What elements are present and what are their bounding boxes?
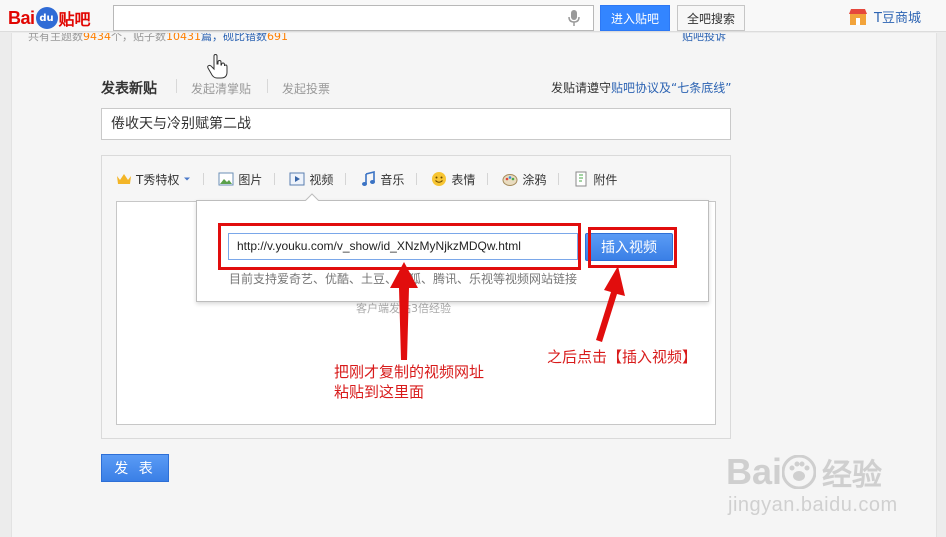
tab-divider	[267, 79, 268, 93]
watermark-text: Bai	[726, 451, 783, 492]
shop-icon	[849, 8, 867, 25]
toolbar-divider	[416, 173, 418, 185]
toolbar-divider	[487, 173, 489, 185]
annotation-highlight-button	[588, 227, 677, 268]
logo-text-tieba: 贴吧	[58, 10, 91, 29]
annotation-text-paste: 把刚才复制的视频网址 粘贴到这里面	[334, 362, 514, 402]
annotation-highlight-url	[218, 223, 581, 270]
stats-members: 691	[267, 33, 288, 43]
editor-toolbar: T秀特权 图片 视频 音乐 表情 涂鸦 附件	[116, 170, 633, 188]
annotation-line: 把刚才复制的视频网址	[334, 363, 485, 381]
stats-posts-label: 个，贴子数	[111, 33, 166, 43]
post-title-input[interactable]: 倦收天与冷别赋第二战	[101, 108, 731, 140]
attachment-icon	[575, 171, 587, 187]
tdou-mall-link[interactable]: T豆商城	[848, 7, 921, 26]
tab-new-post[interactable]: 发表新贴	[101, 78, 157, 98]
popup-pointer	[305, 193, 319, 201]
rules-prefix: 发贴请遵守	[551, 81, 612, 95]
stats-posts: 10431	[166, 33, 201, 43]
toolbar-attachment[interactable]: 附件	[573, 171, 617, 188]
toolbar-label: 附件	[593, 172, 618, 187]
toolbar-label: 图片	[238, 172, 263, 187]
logo-paw-icon: du	[35, 7, 58, 29]
toolbar-label: 视频	[309, 172, 334, 187]
tab-qingzhang-post[interactable]: 发起清掌贴	[191, 80, 251, 97]
supported-sites-note: 目前支持爱奇艺、优酷、土豆、搜狐、腾讯、乐视等视频网站链接	[229, 272, 578, 286]
toolbar-label: 涂鸦	[522, 172, 547, 187]
toolbar-tshow[interactable]: T秀特权	[116, 171, 191, 188]
toolbar-music[interactable]: 音乐	[360, 171, 404, 188]
tab-divider	[176, 79, 177, 93]
toolbar-divider	[274, 173, 276, 185]
toolbar-video[interactable]: 视频	[289, 171, 333, 188]
music-icon	[362, 171, 376, 186]
toolbar-label: T秀特权	[136, 172, 180, 187]
microphone-icon[interactable]	[566, 9, 582, 27]
mall-label: T豆商城	[874, 11, 921, 26]
toolbar-doodle[interactable]: 涂鸦	[502, 171, 546, 188]
stats-topics: 9434	[83, 33, 111, 43]
annotation-text-click: 之后点击【插入视频】	[547, 348, 698, 366]
baidu-jingyan-watermark: Bai 经验	[726, 450, 882, 494]
watermark-text: 经验	[822, 458, 883, 493]
paint-icon	[502, 174, 518, 186]
rules-link[interactable]: 贴吧协议及“七条底线”	[611, 81, 731, 95]
toolbar-divider	[203, 173, 205, 185]
toolbar-image[interactable]: 图片	[218, 171, 262, 188]
tab-vote[interactable]: 发起投票	[282, 80, 330, 97]
toolbar-divider	[558, 173, 560, 185]
video-icon	[289, 172, 305, 186]
report-link[interactable]: 贴吧投诉	[682, 33, 726, 43]
logo-text-bai: Bai	[8, 7, 35, 28]
watermark-url: jingyan.baidu.com	[728, 494, 898, 516]
forum-stats: 共有主题数9434个，贴子数10431篇，砚比错数691	[28, 33, 288, 43]
image-icon	[218, 172, 234, 186]
stats-members-label: 篇，砚比错数	[201, 33, 267, 43]
toolbar-label: 表情	[451, 172, 476, 187]
paw-icon	[782, 455, 817, 489]
annotation-line: 粘贴到这里面	[334, 383, 425, 401]
editor-hint: 客户端发贴3倍经验	[356, 302, 451, 314]
hand-cursor-icon	[207, 54, 228, 79]
post-rules: 发贴请遵守贴吧协议及“七条底线”	[551, 79, 731, 96]
stats-prefix: 共有主题数	[28, 33, 83, 43]
enter-tieba-button[interactable]: 进入贴吧	[600, 5, 670, 31]
emoji-icon	[432, 172, 447, 186]
crown-icon	[117, 174, 131, 184]
toolbar-emoji[interactable]: 表情	[431, 171, 475, 188]
toolbar-divider	[345, 173, 347, 185]
chevron-down-icon	[184, 177, 191, 181]
submit-post-button[interactable]: 发 表	[101, 454, 169, 482]
toolbar-label: 音乐	[380, 172, 405, 187]
baidu-tieba-logo[interactable]: Bai du 贴吧	[8, 6, 91, 30]
search-all-button[interactable]: 全吧搜索	[677, 5, 745, 31]
search-input[interactable]	[113, 5, 594, 31]
